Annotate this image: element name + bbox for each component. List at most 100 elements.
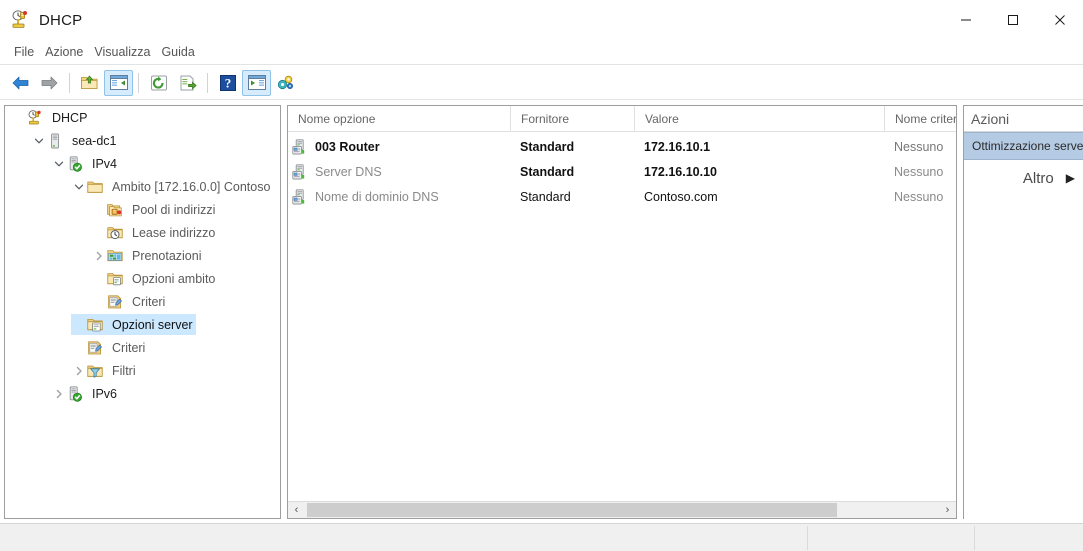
table-row[interactable]: Server DNS Standard 172.16.10.10 Nessuno	[288, 160, 956, 184]
scroll-left-arrow[interactable]: ‹	[288, 502, 305, 518]
chevron-down-icon[interactable]	[51, 152, 67, 175]
cell-crit: Nessuno	[884, 185, 956, 209]
chevron-right-icon[interactable]	[51, 382, 67, 405]
scroll-right-arrow[interactable]: ›	[939, 502, 956, 518]
table-row[interactable]: 003 Router Standard 172.16.10.1 Nessuno	[288, 135, 956, 159]
cell-text: Standard	[520, 165, 575, 179]
chevron-right-icon[interactable]	[71, 359, 87, 382]
tree-root: DHCP sea-dc1 IPv4 Ambito [172.16.0.0] Co…	[5, 106, 280, 405]
scope-options-icon	[107, 271, 123, 287]
server-ok-icon	[67, 385, 83, 402]
tree-item-sea-dc1[interactable]: sea-dc1	[5, 129, 280, 152]
action-more[interactable]: Altro ▶	[964, 160, 1083, 196]
options-list-pane[interactable]: Nome opzione Fornitore Valore Nome criterio…	[287, 105, 957, 519]
server-ok-icon	[67, 155, 83, 172]
folder-icon	[87, 179, 103, 195]
tree-item-label: Ambito [172.16.0.0] Contoso	[112, 179, 271, 194]
action-more-label: Altro	[1022, 169, 1054, 187]
tree-expander-spacer	[71, 313, 87, 336]
table-row[interactable]: Nome di dominio DNS Standard Contoso.com Ne…	[288, 185, 956, 209]
svg-text:?: ?	[224, 75, 231, 90]
horizontal-scrollbar[interactable]: ‹ ›	[288, 501, 956, 518]
dhcp-root-icon	[27, 109, 43, 126]
tree-item-ipv4[interactable]: IPv4	[5, 152, 280, 175]
column-header-nome-opzione[interactable]: Nome opzione	[288, 106, 510, 132]
tree-item-lease-indirizzo[interactable]: Lease indirizzo	[5, 221, 280, 244]
minimize-button[interactable]	[942, 0, 989, 40]
address-lease-icon	[107, 225, 123, 241]
tree-item-dhcp[interactable]: DHCP	[5, 106, 280, 129]
tree-expander-spacer	[71, 336, 87, 359]
scroll-thumb[interactable]	[307, 503, 837, 517]
maximize-button[interactable]	[989, 0, 1036, 40]
menu-visualizza[interactable]: Visualizza	[93, 43, 151, 61]
chevron-down-icon[interactable]	[71, 175, 87, 198]
tree-item-label: Pool di indirizzi	[132, 202, 216, 217]
column-header-fornitore[interactable]: Fornitore	[510, 106, 634, 132]
tree-item-label: Filtri	[112, 363, 136, 378]
forward-arrow-icon[interactable]	[35, 70, 64, 96]
column-header-label: Nome criterio	[895, 112, 957, 126]
tree-item-ipv6[interactable]: IPv6	[5, 382, 280, 405]
up-one-level-icon[interactable]	[75, 70, 104, 96]
server-options-icon	[87, 317, 103, 333]
tree-item-opzioni-ambito[interactable]: Opzioni ambito	[5, 267, 280, 290]
cell-val: Contoso.com	[634, 185, 884, 209]
export-list-icon[interactable]	[173, 70, 202, 96]
option-icon	[292, 189, 308, 205]
help-icon[interactable]: ?	[213, 70, 242, 96]
cell-text: 172.16.10.1	[644, 140, 711, 154]
column-header-label: Nome opzione	[298, 112, 376, 126]
actions-pane: Azioni Ottimizzazione server Altro ▶	[963, 105, 1083, 519]
status-bar-divider	[974, 526, 975, 550]
cell-name: 003 Router	[288, 135, 510, 159]
tree-expander-spacer	[11, 106, 27, 129]
policies-icon	[87, 340, 103, 356]
status-bar-divider	[807, 526, 808, 550]
toolbar-separator	[69, 72, 70, 93]
tree-item-ambito-172-16-0-0-contoso[interactable]: Ambito [172.16.0.0] Contoso	[5, 175, 280, 198]
menu-file[interactable]: File	[13, 43, 35, 61]
chevron-right-icon[interactable]	[91, 244, 107, 267]
back-arrow-icon[interactable]	[6, 70, 35, 96]
cell-text: Nome di dominio DNS	[315, 190, 439, 204]
chevron-down-icon[interactable]	[31, 129, 47, 152]
dhcp-server-icon	[10, 10, 30, 30]
list-column-headers: Nome opzione Fornitore Valore Nome criterio	[288, 106, 956, 132]
actions-pane-header: Azioni	[964, 106, 1083, 132]
close-button[interactable]	[1036, 0, 1083, 40]
configure-dhcp-icon[interactable]	[271, 70, 300, 96]
menu-guida[interactable]: Guida	[160, 43, 195, 61]
cell-crit: Nessuno	[884, 160, 956, 184]
show-hide-action-pane-icon[interactable]	[242, 69, 271, 96]
menu-azione[interactable]: Azione	[44, 43, 84, 61]
tree-item-prenotazioni[interactable]: Prenotazioni	[5, 244, 280, 267]
tree-item-label: Lease indirizzo	[132, 225, 216, 240]
show-hide-console-tree-icon[interactable]	[104, 69, 133, 96]
tree-item-label: Prenotazioni	[132, 248, 202, 263]
cell-text: Standard	[520, 190, 571, 204]
column-header-valore[interactable]: Valore	[634, 106, 884, 132]
tree-item-pool-di-indirizzi[interactable]: Pool di indirizzi	[5, 198, 280, 221]
refresh-icon[interactable]	[144, 70, 173, 96]
toolbar-separator	[207, 72, 208, 93]
console-tree-pane[interactable]: DHCP sea-dc1 IPv4 Ambito [172.16.0.0] Co…	[4, 105, 281, 519]
submenu-arrow-icon: ▶	[1065, 171, 1075, 185]
tree-expander-spacer	[91, 221, 107, 244]
cell-val: 172.16.10.10	[634, 160, 884, 184]
window-title: DHCP	[39, 11, 83, 29]
tree-item-criteri[interactable]: Criteri	[5, 290, 280, 313]
tree-item-label: Opzioni server	[109, 316, 196, 333]
tree-item-filtri[interactable]: Filtri	[5, 359, 280, 382]
tree-item-opzioni-server[interactable]: Opzioni server	[5, 313, 280, 336]
toolbar-separator	[138, 72, 139, 93]
tree-item-criteri[interactable]: Criteri	[5, 336, 280, 359]
action-server-optimization[interactable]: Ottimizzazione server	[964, 132, 1083, 160]
cell-name: Nome di dominio DNS	[288, 185, 510, 209]
option-icon	[292, 164, 308, 180]
column-header-nome-criterio[interactable]: Nome criterio	[884, 106, 957, 132]
cell-text: Contoso.com	[644, 190, 718, 204]
status-bar	[0, 523, 1083, 551]
tree-expander-spacer	[91, 267, 107, 290]
cell-text: Standard	[520, 140, 575, 154]
